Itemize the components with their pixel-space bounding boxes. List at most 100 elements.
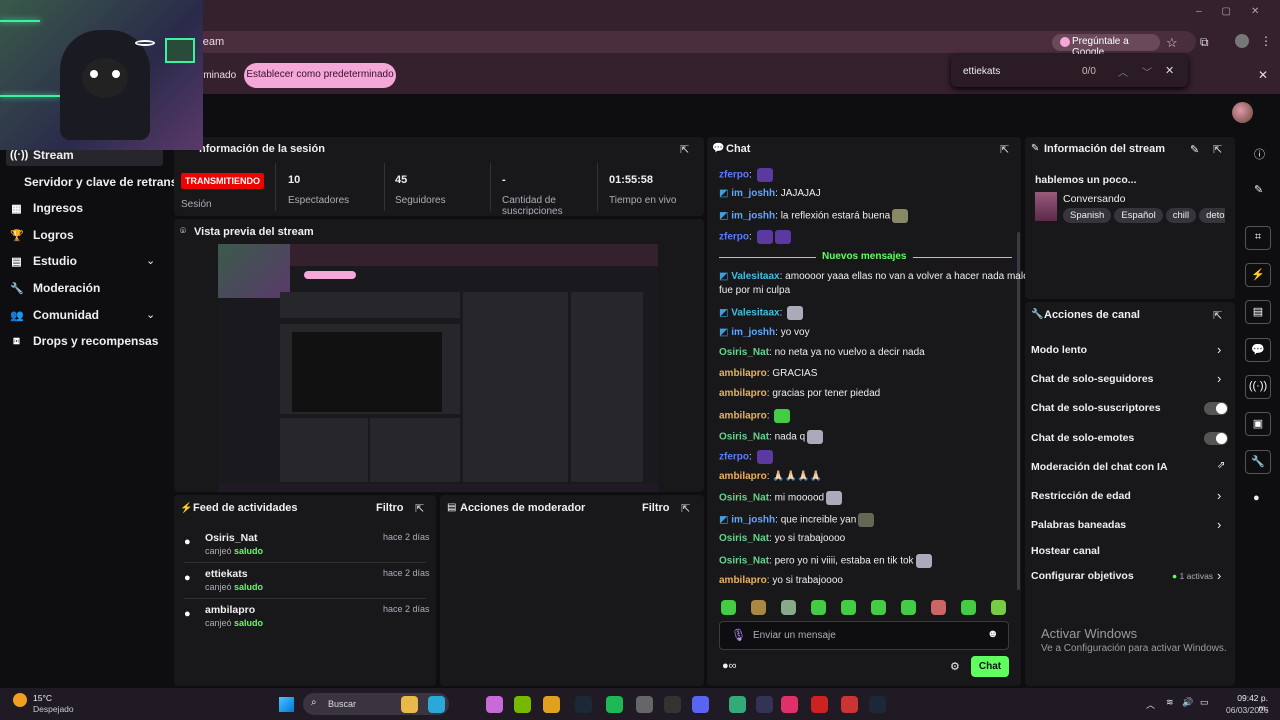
tray-chevron-icon[interactable]: ︿: [1146, 698, 1155, 711]
bolt-icon[interactable]: ⚡: [1245, 263, 1271, 287]
tiktok-icon[interactable]: [781, 696, 798, 713]
sidebar-item-studio[interactable]: ▤ Estudio: [10, 254, 77, 268]
spotify-icon[interactable]: [606, 696, 623, 713]
chevron-down-icon[interactable]: ⌄: [146, 254, 155, 267]
find-close-icon[interactable]: ✕: [1165, 64, 1174, 77]
chat-username[interactable]: ambilapro: [719, 575, 767, 586]
emote-icon[interactable]: [871, 600, 886, 615]
chat-username[interactable]: Osiris_Nat: [719, 432, 769, 443]
emote-icon[interactable]: [774, 230, 791, 244]
tag[interactable]: Español: [1114, 208, 1163, 223]
tag[interactable]: Spanish: [1063, 208, 1112, 223]
popout-icon[interactable]: ⇱: [681, 502, 690, 515]
chat-username[interactable]: zferpo: [719, 170, 749, 181]
app-icon[interactable]: [756, 696, 773, 713]
riot-icon[interactable]: [841, 696, 858, 713]
window-controls[interactable]: –▢✕: [1196, 6, 1279, 17]
popout-icon[interactable]: ⇱: [1000, 143, 1009, 156]
channel-action-row[interactable]: Modo lento: [1031, 344, 1087, 356]
chat-username[interactable]: zferpo: [719, 232, 749, 243]
chat-username[interactable]: Osiris_Nat: [719, 533, 769, 544]
emote-icon[interactable]: [756, 450, 773, 464]
external-link-icon[interactable]: ⇗: [1217, 460, 1225, 471]
channel-action-row[interactable]: Hostear canal: [1031, 545, 1100, 557]
tag[interactable]: deto: [1199, 208, 1225, 223]
info-icon[interactable]: ⓘ: [1254, 146, 1265, 162]
channel-action-row[interactable]: Chat de solo-suscriptores: [1031, 402, 1161, 414]
chat-username[interactable]: ambilapro: [719, 411, 767, 422]
emote-icon[interactable]: [931, 600, 946, 615]
stream-preview[interactable]: [218, 244, 658, 492]
find-prev-icon[interactable]: ︿: [1118, 64, 1128, 79]
game-icon[interactable]: [636, 696, 653, 713]
channel-points-icon[interactable]: ●∞: [722, 660, 737, 672]
popout-icon[interactable]: ⇱: [1213, 143, 1222, 156]
volume-icon[interactable]: 🔊: [1182, 697, 1193, 708]
emote-picker-icon[interactable]: ☻: [987, 628, 999, 640]
emote-icon[interactable]: [915, 554, 932, 568]
chat-send-button[interactable]: Chat: [971, 656, 1009, 677]
chat-username[interactable]: im_joshh: [731, 188, 775, 199]
sidebar-item-achievements[interactable]: 🏆 Logros: [10, 228, 74, 242]
steam-icon[interactable]: [575, 696, 592, 713]
chat-username[interactable]: zferpo: [719, 452, 749, 463]
channel-action-row[interactable]: Chat de solo-seguidores: [1031, 373, 1154, 385]
file-explorer-icon[interactable]: [401, 696, 418, 713]
chat-username[interactable]: Osiris_Nat: [719, 556, 769, 567]
channel-action-row[interactable]: Configurar objetivos: [1031, 570, 1134, 582]
copilot-icon[interactable]: [486, 696, 503, 713]
profile-icon[interactable]: [1235, 34, 1249, 48]
chat-username[interactable]: ambilapro: [719, 388, 767, 399]
mod-filter-button[interactable]: Filtro: [642, 502, 670, 514]
emote-icon[interactable]: [807, 430, 824, 444]
extensions-icon[interactable]: ⧉: [1200, 35, 1209, 50]
chevron-right-icon[interactable]: ›: [1217, 342, 1221, 357]
chevron-right-icon[interactable]: ›: [1217, 371, 1221, 386]
chevron-right-icon[interactable]: ›: [1217, 568, 1221, 583]
chevron-right-icon[interactable]: ›: [1217, 517, 1221, 532]
emote-icon[interactable]: [756, 230, 773, 244]
notes-icon[interactable]: ▤: [1245, 300, 1271, 324]
sidebar-item-stream[interactable]: ((·)) Stream: [10, 148, 74, 162]
toggle-switch[interactable]: [1204, 402, 1228, 415]
chevron-right-icon[interactable]: ›: [1217, 488, 1221, 503]
star-icon[interactable]: ☆: [1166, 35, 1178, 51]
emote-icon[interactable]: [751, 600, 766, 615]
steam2-icon[interactable]: [869, 696, 886, 713]
app2-icon[interactable]: [811, 696, 828, 713]
mic-icon[interactable]: 🎙: [731, 628, 746, 642]
chat-username[interactable]: ambilapro: [719, 368, 767, 379]
wifi-icon[interactable]: ≋: [1166, 697, 1174, 708]
find-input[interactable]: ettiekats: [963, 66, 1000, 77]
chat-username[interactable]: Osiris_Nat: [719, 347, 769, 358]
chrome-icon[interactable]: [543, 696, 560, 713]
clip-icon[interactable]: ⌗: [1245, 226, 1271, 250]
channel-action-row[interactable]: Palabras baneadas: [1031, 519, 1126, 531]
emote-icon[interactable]: [721, 600, 736, 615]
emote-icon[interactable]: [901, 600, 916, 615]
discord-icon[interactable]: [692, 696, 709, 713]
sidebar-item-revenue[interactable]: ▦ Ingresos: [10, 201, 83, 215]
sidebar-item-moderation[interactable]: 🔧 Moderación: [10, 281, 100, 295]
tag[interactable]: chill: [1165, 208, 1197, 223]
battery-icon[interactable]: ▭: [1200, 697, 1209, 708]
edit-icon[interactable]: ✎: [1190, 143, 1199, 156]
chat-username[interactable]: Osiris_Nat: [719, 493, 769, 504]
chat-username[interactable]: im_joshh: [731, 211, 775, 222]
address-bar[interactable]: [186, 31, 1196, 53]
gear-icon[interactable]: ⚙: [950, 660, 960, 673]
wrench-icon[interactable]: 🔧: [1245, 450, 1271, 474]
sidebar-item-drops[interactable]: ⧈ Drops y recompensas: [10, 334, 158, 348]
emote-icon[interactable]: [892, 209, 909, 223]
channel-points-icon[interactable]: ●: [1253, 492, 1260, 504]
broadcast-icon[interactable]: ((·)): [1245, 375, 1271, 399]
chevron-down-icon[interactable]: ⌄: [146, 308, 155, 321]
emote-icon[interactable]: [774, 409, 791, 423]
popout-icon[interactable]: ⇱: [415, 502, 424, 515]
chat-username[interactable]: ambilapro: [719, 471, 767, 482]
emote-icon[interactable]: [841, 600, 856, 615]
emote-icon[interactable]: [756, 168, 773, 182]
pencil-icon[interactable]: ✎: [1254, 183, 1263, 196]
chat-bubble-icon[interactable]: 💬: [1245, 338, 1271, 362]
emote-icon[interactable]: [991, 600, 1006, 615]
